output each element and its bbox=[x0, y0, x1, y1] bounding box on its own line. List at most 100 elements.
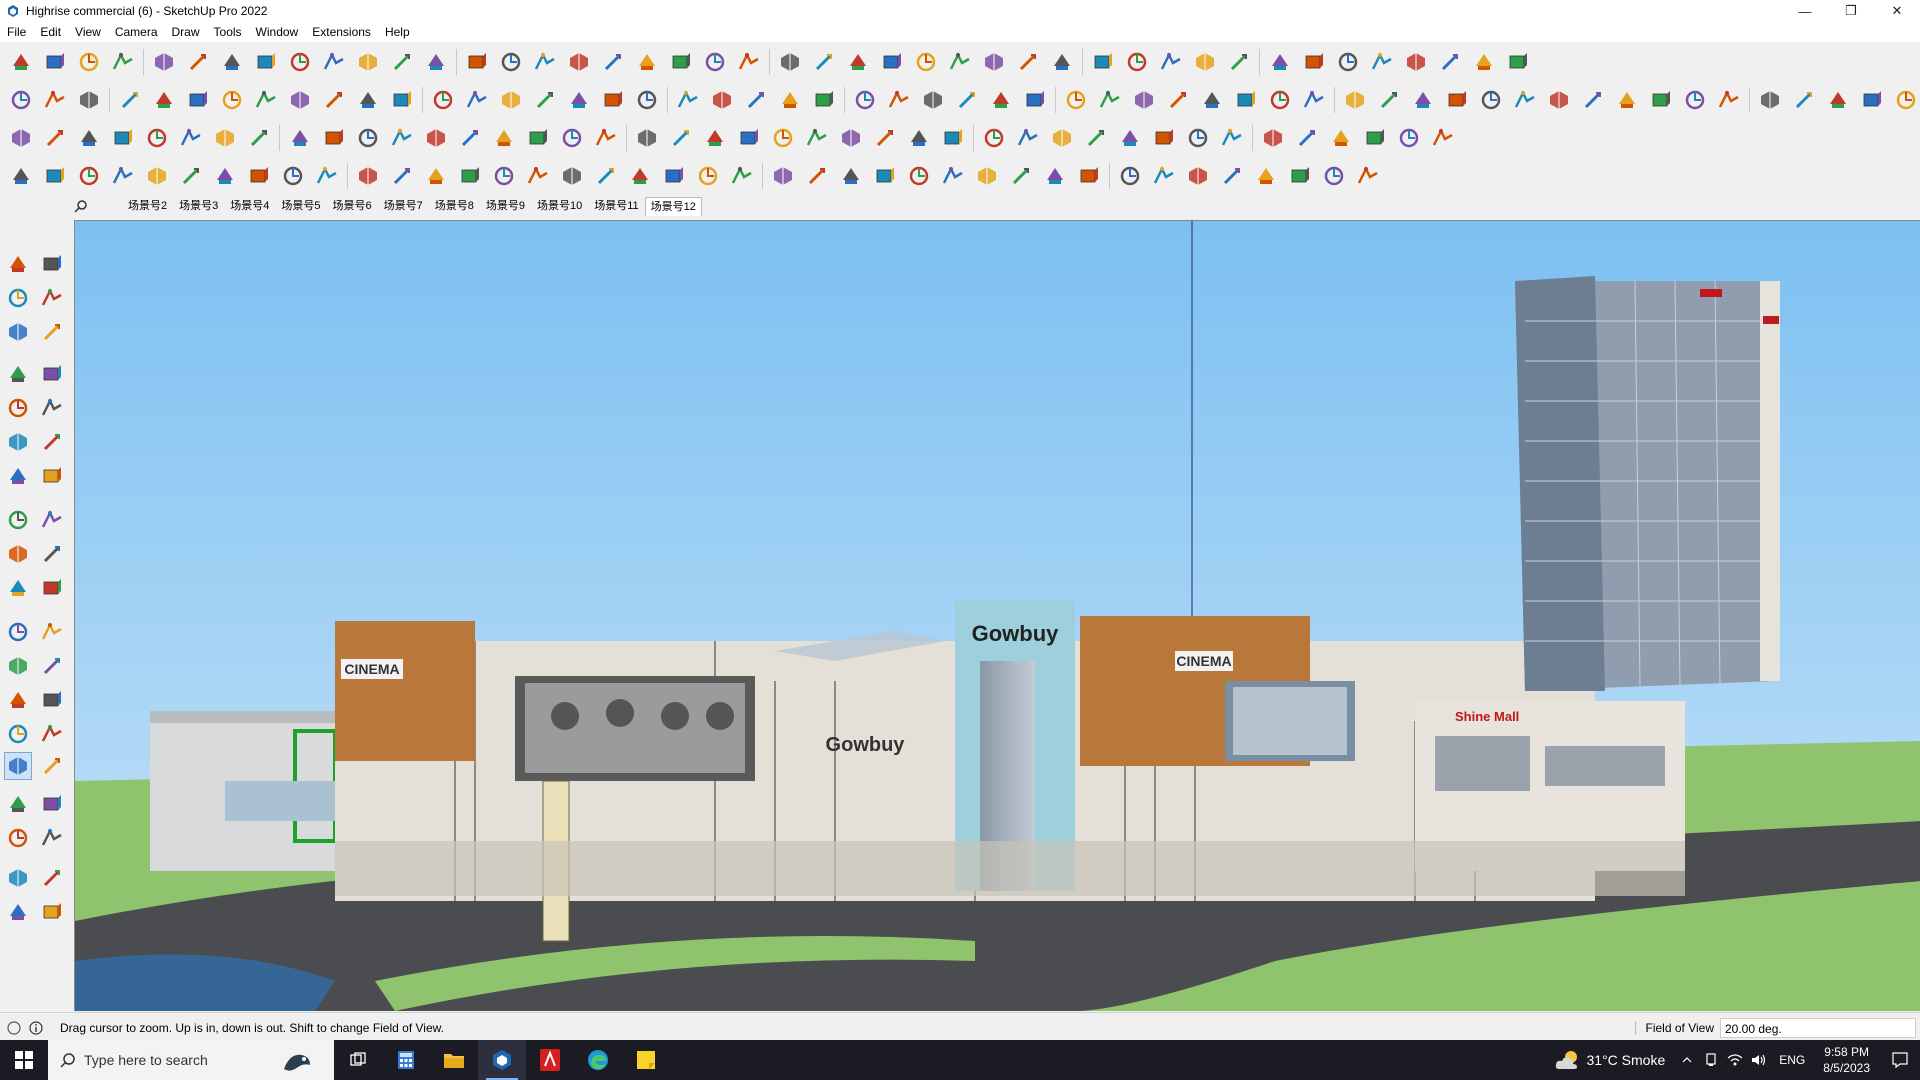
left-tool-icon[interactable] bbox=[38, 898, 66, 926]
taskbar-app-calculator[interactable] bbox=[382, 1040, 430, 1080]
toolbar-tool-icon[interactable] bbox=[41, 162, 69, 190]
left-tool-icon[interactable] bbox=[4, 652, 32, 680]
toolbar-tool-icon[interactable] bbox=[1341, 86, 1369, 114]
toolbar-tool-icon[interactable] bbox=[565, 48, 593, 76]
toolbar-tool-icon[interactable] bbox=[211, 162, 239, 190]
toolbar-tool-icon[interactable] bbox=[1266, 48, 1294, 76]
scene-search-icon[interactable] bbox=[70, 196, 92, 216]
toolbar-tool-icon[interactable] bbox=[701, 124, 729, 152]
taskbar-app-sketchup[interactable] bbox=[478, 1040, 526, 1080]
toolbar-tool-icon[interactable] bbox=[184, 48, 212, 76]
toolbar-tool-icon[interactable] bbox=[810, 48, 838, 76]
toolbar-tool-icon[interactable] bbox=[742, 86, 770, 114]
toolbar-tool-icon[interactable] bbox=[531, 48, 559, 76]
toolbar-tool-icon[interactable] bbox=[1014, 124, 1042, 152]
menu-view[interactable]: View bbox=[68, 22, 108, 42]
left-tool-icon[interactable] bbox=[4, 864, 32, 892]
toolbar-tool-icon[interactable] bbox=[313, 162, 341, 190]
toolbar-tool-icon[interactable] bbox=[1892, 86, 1920, 114]
toolbar-tool-icon[interactable] bbox=[1096, 86, 1124, 114]
toolbar-tool-icon[interactable] bbox=[388, 86, 416, 114]
toolbar-tool-icon[interactable] bbox=[667, 48, 695, 76]
toolbar-tool-icon[interactable] bbox=[524, 162, 552, 190]
toolbar-tool-icon[interactable] bbox=[354, 86, 382, 114]
scene-tab[interactable]: 场景号9 bbox=[480, 196, 531, 216]
scene-tab-active[interactable]: 场景号12 bbox=[644, 196, 702, 216]
taskbar-app-acrobat[interactable] bbox=[526, 1040, 574, 1080]
scene-tab[interactable]: 场景号4 bbox=[224, 196, 275, 216]
toolbar-tool-icon[interactable] bbox=[320, 124, 348, 152]
toolbar-tool-icon[interactable] bbox=[1048, 48, 1076, 76]
toolbar-tool-icon[interactable] bbox=[109, 162, 137, 190]
toolbar-tool-icon[interactable] bbox=[851, 86, 879, 114]
toolbar-tool-icon[interactable] bbox=[980, 124, 1008, 152]
left-tool-icon[interactable] bbox=[38, 824, 66, 852]
toolbar-tool-icon[interactable] bbox=[837, 124, 865, 152]
toolbar-tool-icon[interactable] bbox=[844, 48, 872, 76]
menu-file[interactable]: File bbox=[0, 22, 33, 42]
volume-icon[interactable] bbox=[1749, 1040, 1769, 1080]
toolbar-tool-icon[interactable] bbox=[592, 124, 620, 152]
toolbar-tool-icon[interactable] bbox=[1375, 86, 1403, 114]
toolbar-tool-icon[interactable] bbox=[1232, 86, 1260, 114]
toolbar-tool-icon[interactable] bbox=[1116, 162, 1144, 190]
toolbar-tool-icon[interactable] bbox=[177, 162, 205, 190]
toolbar-tool-icon[interactable] bbox=[1681, 86, 1709, 114]
toolbar-tool-icon[interactable] bbox=[728, 162, 756, 190]
toolbar-tool-icon[interactable] bbox=[150, 86, 178, 114]
toolbar-tool-icon[interactable] bbox=[905, 162, 933, 190]
taskbar-search-box[interactable]: Type here to search bbox=[48, 1040, 334, 1080]
toolbar-tool-icon[interactable] bbox=[803, 124, 831, 152]
menu-help[interactable]: Help bbox=[378, 22, 417, 42]
toolbar-tool-icon[interactable] bbox=[218, 48, 246, 76]
toolbar-tool-icon[interactable] bbox=[1252, 162, 1280, 190]
toolbar-tool-icon[interactable] bbox=[1756, 86, 1784, 114]
toolbar-tool-icon[interactable] bbox=[919, 86, 947, 114]
toolbar-tool-icon[interactable] bbox=[837, 162, 865, 190]
toolbar-tool-icon[interactable] bbox=[286, 48, 314, 76]
task-view-button[interactable] bbox=[334, 1040, 382, 1080]
left-tool-icon[interactable] bbox=[38, 720, 66, 748]
toolbar-tool-icon[interactable] bbox=[1715, 86, 1743, 114]
toolbar-tool-icon[interactable] bbox=[429, 86, 457, 114]
left-tool-icon[interactable] bbox=[38, 686, 66, 714]
toolbar-tool-icon[interactable] bbox=[1368, 48, 1396, 76]
toolbar-tool-icon[interactable] bbox=[1150, 162, 1178, 190]
toolbar-tool-icon[interactable] bbox=[558, 162, 586, 190]
left-tool-icon[interactable] bbox=[38, 574, 66, 602]
toolbar-tool-icon[interactable] bbox=[912, 48, 940, 76]
left-tool-icon[interactable] bbox=[4, 574, 32, 602]
toolbar-tool-icon[interactable] bbox=[973, 162, 1001, 190]
toolbar-tool-icon[interactable] bbox=[218, 86, 246, 114]
toolbar-tool-icon[interactable] bbox=[463, 86, 491, 114]
toolbar-tool-icon[interactable] bbox=[1007, 162, 1035, 190]
toolbar-tool-icon[interactable] bbox=[1354, 162, 1382, 190]
toolbar-tool-icon[interactable] bbox=[388, 124, 416, 152]
menu-tools[interactable]: Tools bbox=[207, 22, 249, 42]
toolbar-tool-icon[interactable] bbox=[1436, 48, 1464, 76]
toolbar-tool-icon[interactable] bbox=[1198, 86, 1226, 114]
toolbar-tool-icon[interactable] bbox=[388, 162, 416, 190]
left-tool-icon[interactable] bbox=[4, 898, 32, 926]
toolbar-tool-icon[interactable] bbox=[422, 162, 450, 190]
left-tool-icon[interactable] bbox=[38, 506, 66, 534]
toolbar-tool-icon[interactable] bbox=[660, 162, 688, 190]
toolbar-tool-icon[interactable] bbox=[1334, 48, 1362, 76]
menu-draw[interactable]: Draw bbox=[165, 22, 207, 42]
left-tool-icon[interactable] bbox=[38, 462, 66, 490]
left-tool-icon[interactable] bbox=[38, 864, 66, 892]
toolbar-tool-icon[interactable] bbox=[1184, 124, 1212, 152]
toolbar-tool-icon[interactable] bbox=[1082, 124, 1110, 152]
toolbar-tool-icon[interactable] bbox=[735, 124, 763, 152]
toolbar-tool-icon[interactable] bbox=[939, 162, 967, 190]
toolbar-tool-icon[interactable] bbox=[1191, 48, 1219, 76]
toolbar-tool-icon[interactable] bbox=[708, 86, 736, 114]
left-tool-icon[interactable] bbox=[38, 428, 66, 456]
toolbar-tool-icon[interactable] bbox=[1470, 48, 1498, 76]
menu-edit[interactable]: Edit bbox=[33, 22, 68, 42]
show-hidden-icons-chevron-icon[interactable] bbox=[1677, 1040, 1697, 1080]
toolbar-tool-icon[interactable] bbox=[1443, 86, 1471, 114]
toolbar-tool-icon[interactable] bbox=[456, 162, 484, 190]
toolbar-tool-icon[interactable] bbox=[1579, 86, 1607, 114]
toolbar-tool-icon[interactable] bbox=[1824, 86, 1852, 114]
